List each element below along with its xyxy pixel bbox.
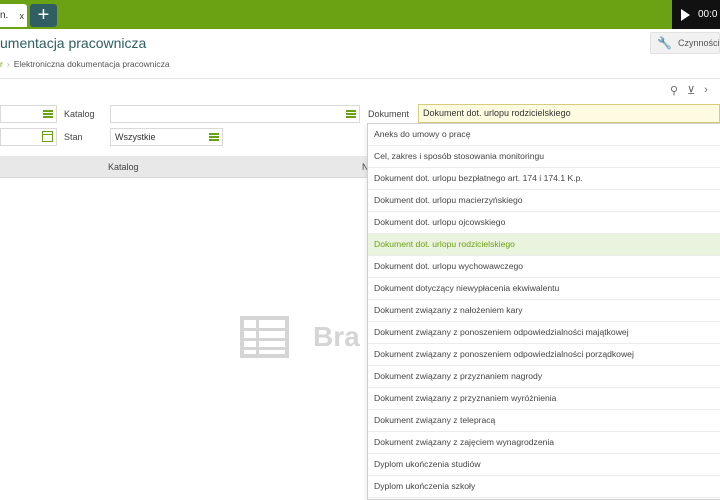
filter-field-1[interactable] — [0, 105, 57, 123]
breadcrumb: r › Elektroniczna dokumentacja pracownicza — [0, 59, 170, 69]
dropdown-option[interactable]: Dokument związany z przyznaniem wyróżnie… — [368, 388, 720, 410]
dokument-dropdown-list: Aneks do umowy o pracę Cel, zakres i spos… — [367, 123, 720, 500]
calendar-icon[interactable] — [42, 131, 53, 142]
play-icon[interactable] — [681, 8, 690, 21]
player-widget: 00:0 — [672, 0, 720, 29]
table-icon — [240, 316, 289, 358]
dropdown-option[interactable]: Dokument związany z przyznaniem nagrody — [368, 366, 720, 388]
dropdown-option[interactable]: Dokument dot. urlopu bezpłatnego art. 17… — [368, 168, 720, 190]
stan-select[interactable]: Wszystkie — [110, 128, 223, 146]
dropdown-option[interactable]: Dokument związany z nałożeniem kary — [368, 300, 720, 322]
katalog-field[interactable] — [110, 105, 360, 123]
dropdown-option[interactable]: Dyplom ukończenia szkoły — [368, 476, 720, 498]
dokument-label: Dokument — [368, 109, 410, 119]
dropdown-option[interactable]: Dokument dot. urlopu rodzicielskiego — [368, 234, 720, 256]
wrench-icon: 🔧 — [657, 36, 672, 50]
empty-state: Bra — [240, 316, 360, 358]
dropdown-option[interactable]: Dokument dot. urlopu macierzyńskiego — [368, 190, 720, 212]
list-icon[interactable] — [43, 109, 53, 119]
katalog-label: Katalog — [64, 109, 95, 119]
divider — [0, 78, 720, 79]
filter-icon[interactable]: ⊻ — [687, 84, 695, 97]
tab-active[interactable]: n. x — [0, 4, 27, 27]
dropdown-option[interactable]: Dokument dot. urlopu ojcowskiego — [368, 212, 720, 234]
actions-label: Czynności — [677, 38, 720, 48]
tab-label: n. — [0, 10, 9, 21]
dropdown-option[interactable]: Aneks do umowy o pracę — [368, 124, 720, 146]
grid-header: Katalog N — [0, 156, 369, 178]
stan-label: Stan — [64, 132, 83, 142]
breadcrumb-prev[interactable]: r — [0, 59, 3, 69]
dropdown-option[interactable]: Dokument związany z zajęciem wynagrodzen… — [368, 432, 720, 454]
dropdown-option[interactable]: Dokument dotyczący niewypłacenia ekwiwal… — [368, 278, 720, 300]
empty-state-text: Bra — [313, 321, 360, 352]
list-icon[interactable] — [346, 109, 356, 119]
toolbar-icons: ⚲ ⊻ › — [670, 84, 708, 97]
dropdown-option[interactable]: Dokument dot. urlopu wychowawczego — [368, 256, 720, 278]
chevron-right-icon: › — [6, 59, 10, 69]
dropdown-option[interactable]: Dokument związany z ponoszeniem odpowied… — [368, 322, 720, 344]
add-tab-button[interactable]: + — [30, 4, 57, 27]
dropdown-option[interactable]: Dokument związany z ponoszeniem odpowied… — [368, 344, 720, 366]
search-settings-icon[interactable]: ⚲ — [670, 84, 678, 97]
player-time: 00:0 — [698, 9, 718, 20]
dokument-input[interactable]: Dokument dot. urlopu rodzicielskiego — [418, 104, 720, 123]
dropdown-option[interactable]: Dyplom ukończenia studiów — [368, 454, 720, 476]
more-icon[interactable]: › — [704, 84, 708, 97]
dropdown-option[interactable]: Cel, zakres i sposób stosowania monitori… — [368, 146, 720, 168]
column-header-katalog[interactable]: Katalog — [108, 162, 139, 172]
date-field[interactable] — [0, 128, 57, 146]
breadcrumb-current: Elektroniczna dokumentacja pracownicza — [13, 59, 170, 69]
stan-value: Wszystkie — [115, 132, 156, 142]
top-bar: n. x + 00:0 — [0, 0, 720, 29]
list-icon[interactable] — [209, 132, 219, 142]
tab-close-icon[interactable]: x — [20, 11, 25, 21]
page-title: umentacja pracownicza — [0, 35, 147, 51]
dropdown-option[interactable]: Dokument związany z telepracą — [368, 410, 720, 432]
actions-button[interactable]: 🔧 Czynności — [650, 32, 720, 54]
